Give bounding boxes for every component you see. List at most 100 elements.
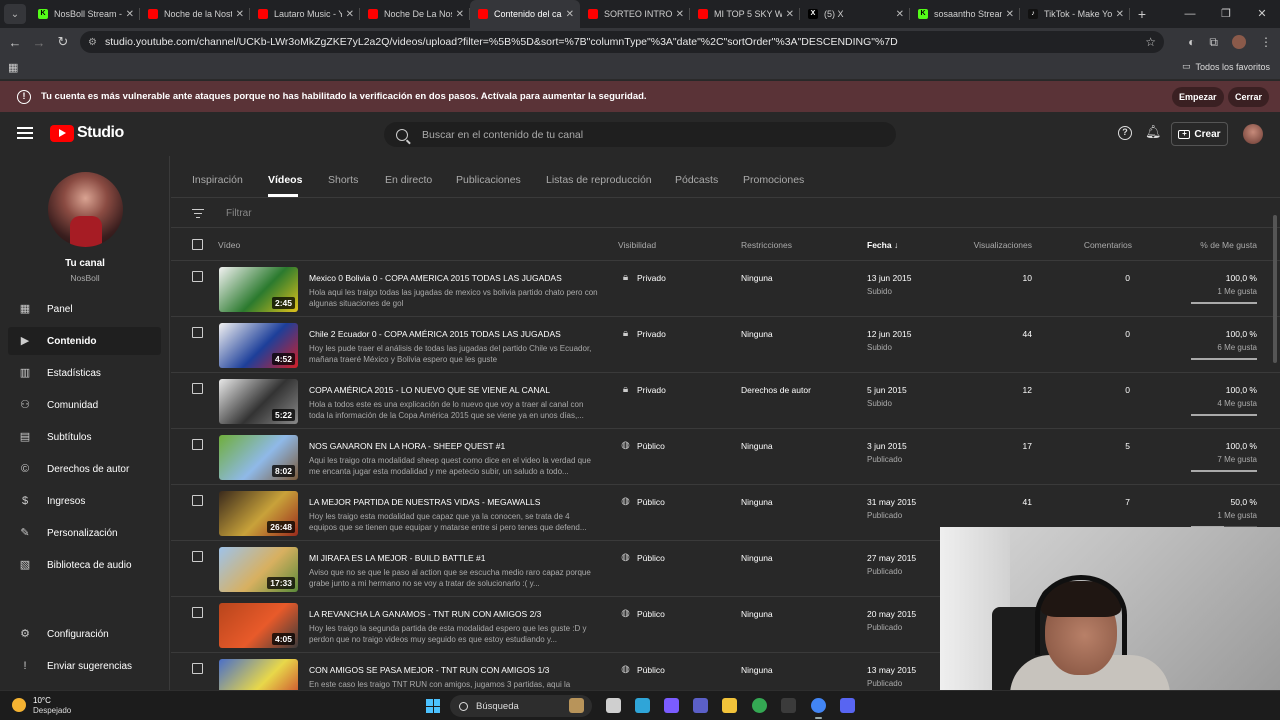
weather-temperature[interactable]: 10°C [33,696,51,705]
browser-tab[interactable]: SORTEO INTRO # ✕ [580,0,690,28]
header-date[interactable]: Fecha ↓ [867,240,898,250]
tab-v-deos[interactable]: Vídeos [268,174,302,186]
sidebar-item-estad-sticas[interactable]: ▥ Estadísticas [8,359,161,387]
sidebar-item-derechos-de-autor[interactable]: © Derechos de autor [8,455,161,483]
visibility-label[interactable]: Privado [637,329,666,339]
video-thumbnail[interactable]: 2:45 [219,267,298,312]
forward-icon[interactable]: → [27,35,51,50]
header-views[interactable]: Visualizaciones [974,240,1032,250]
all-bookmarks[interactable]: ▭ Todos los favoritos [1182,61,1270,72]
row-checkbox[interactable] [192,663,203,674]
close-window-icon[interactable]: ✕ [1244,0,1280,28]
header-visibility[interactable]: Visibilidad [618,240,656,250]
video-title[interactable]: Mexico 0 Bolivia 0 - COPA AMERICA 2015 T… [309,273,599,283]
tab-p-dcasts[interactable]: Pódcasts [675,174,718,186]
start-button[interactable]: Empezar [1172,87,1224,107]
video-thumbnail[interactable]: 26:48 [219,491,298,536]
sidebar-item-comunidad[interactable]: ⚇ Comunidad [8,391,161,419]
sidebar-item-subt-tulos[interactable]: ▤ Subtítulos [8,423,161,451]
video-title[interactable]: MI JIRAFA ES LA MEJOR - BUILD BATTLE #1 [309,553,599,563]
video-title[interactable]: CON AMIGOS SE PASA MEJOR - TNT RUN CON A… [309,665,599,675]
tab-promociones[interactable]: Promociones [743,174,804,186]
explorer-icon[interactable] [722,698,737,713]
extensions-puzzle-icon[interactable]: ⧉ [1209,35,1218,50]
tab-close-icon[interactable]: ✕ [1116,9,1124,20]
sidebar-item-bottom[interactable]: ⚙ Configuración [8,620,161,648]
row-checkbox[interactable] [192,551,203,562]
help-icon[interactable]: ? [1118,126,1132,140]
task-view-icon[interactable] [606,698,621,713]
select-all-checkbox[interactable] [192,239,203,250]
tab-close-icon[interactable]: ✕ [1006,9,1014,20]
sidebar-item-ingresos[interactable]: $ Ingresos [8,487,161,515]
chrome-icon[interactable] [752,698,767,713]
site-info-icon[interactable]: ⚙ [88,37,97,48]
visibility-label[interactable]: Privado [637,385,666,395]
chrome-running-icon[interactable] [811,698,826,719]
header-restrictions[interactable]: Restricciones [741,240,792,250]
notifications-bell-icon[interactable]: 🔔︎ [1145,124,1162,140]
table-row[interactable]: 8:02 NOS GANARON EN LA HORA - SHEEP QUEST… [171,429,1280,485]
header-comments[interactable]: Comentarios [1084,240,1132,250]
visibility-label[interactable]: Público [637,553,665,563]
globe-icon[interactable]: ◍ [620,440,631,451]
apps-grid-icon[interactable]: ▦ [8,61,18,74]
filter-icon[interactable] [192,209,204,220]
deer-icon[interactable] [569,698,584,713]
tab-close-icon[interactable]: ✕ [126,9,134,20]
table-row[interactable]: 4:52 Chile 2 Ecuador 0 - COPA AMÉRICA 201… [171,317,1280,373]
video-title[interactable]: LA REVANCHA LA GANAMOS - TNT RUN CON AMI… [309,609,599,619]
row-checkbox[interactable] [192,271,203,282]
sidebar-item-personalizaci-n[interactable]: ✎ Personalización [8,519,161,547]
browser-tab[interactable]: Lautaro Music - Y ✕ [250,0,360,28]
tab-close-icon[interactable]: ✕ [566,9,574,20]
menu-icon[interactable] [17,127,33,139]
table-row[interactable]: 2:45 Mexico 0 Bolivia 0 - COPA AMERICA 20… [171,261,1280,317]
video-thumbnail[interactable]: 8:02 [219,435,298,480]
row-checkbox[interactable] [192,439,203,450]
browser-tab[interactable]: ♪ TikTok - Make You ✕ [1020,0,1130,28]
sidebar-item-biblioteca-de-audio[interactable]: ▧ Biblioteca de audio [8,551,161,579]
tab-close-icon[interactable]: ✕ [896,9,904,20]
browser-tab[interactable]: Noche De La Nos ✕ [360,0,470,28]
tab-en-directo[interactable]: En directo [385,174,432,186]
windows-start-icon[interactable] [426,699,440,713]
profile-avatar[interactable] [1232,35,1246,49]
globe-icon[interactable]: ◍ [620,608,631,619]
tab-publicaciones[interactable]: Publicaciones [456,174,521,186]
globe-icon[interactable]: ◍ [620,552,631,563]
lock-icon[interactable]: 🔒︎ [620,384,631,395]
video-title[interactable]: COPA AMÉRICA 2015 - LO NUEVO QUE SE VIEN… [309,385,599,395]
studio-logo[interactable]: Studio [50,124,124,142]
tab-close-icon[interactable]: ✕ [236,9,244,20]
table-row[interactable]: 5:22 COPA AMÉRICA 2015 - LO NUEVO QUE SE … [171,373,1280,429]
tab-close-icon[interactable]: ✕ [676,9,684,20]
tab-listas-de-reproducci-n[interactable]: Listas de reproducción [546,174,652,186]
video-thumbnail[interactable]: 4:05 [219,603,298,648]
row-checkbox[interactable] [192,607,203,618]
video-thumbnail[interactable]: 5:22 [219,379,298,424]
extension-icon[interactable]: ◐ [1188,35,1195,49]
browser-tab[interactable]: Noche de la Nost ✕ [140,0,250,28]
tab-search-icon[interactable]: ⌄ [4,4,26,24]
browser-tab[interactable]: Ksosaantho Stream ✕ [910,0,1020,28]
obs-icon[interactable] [781,698,796,713]
globe-icon[interactable]: ◍ [620,496,631,507]
lock-icon[interactable]: 🔒︎ [620,328,631,339]
account-avatar[interactable] [1243,124,1263,144]
browser-tab[interactable]: X (5) X ✕ [800,0,910,28]
close-banner-button[interactable]: Cerrar [1228,87,1270,107]
scrollbar[interactable] [1273,215,1277,363]
channel-search[interactable]: Buscar en el contenido de tu canal [384,122,896,147]
weather-sun-icon[interactable] [12,698,26,712]
tab-close-icon[interactable]: ✕ [346,9,354,20]
channel-title[interactable]: Tu canal [0,258,170,269]
reload-icon[interactable]: ↻ [51,34,75,50]
tab-close-icon[interactable]: ✕ [456,9,464,20]
browser-tab[interactable]: Contenido del can ✕ [470,0,580,28]
row-checkbox[interactable] [192,327,203,338]
row-checkbox[interactable] [192,495,203,506]
lock-icon[interactable]: 🔒︎ [620,272,631,283]
header-likes[interactable]: % de Me gusta [1200,240,1257,250]
video-thumbnail[interactable]: 17:33 [219,547,298,592]
